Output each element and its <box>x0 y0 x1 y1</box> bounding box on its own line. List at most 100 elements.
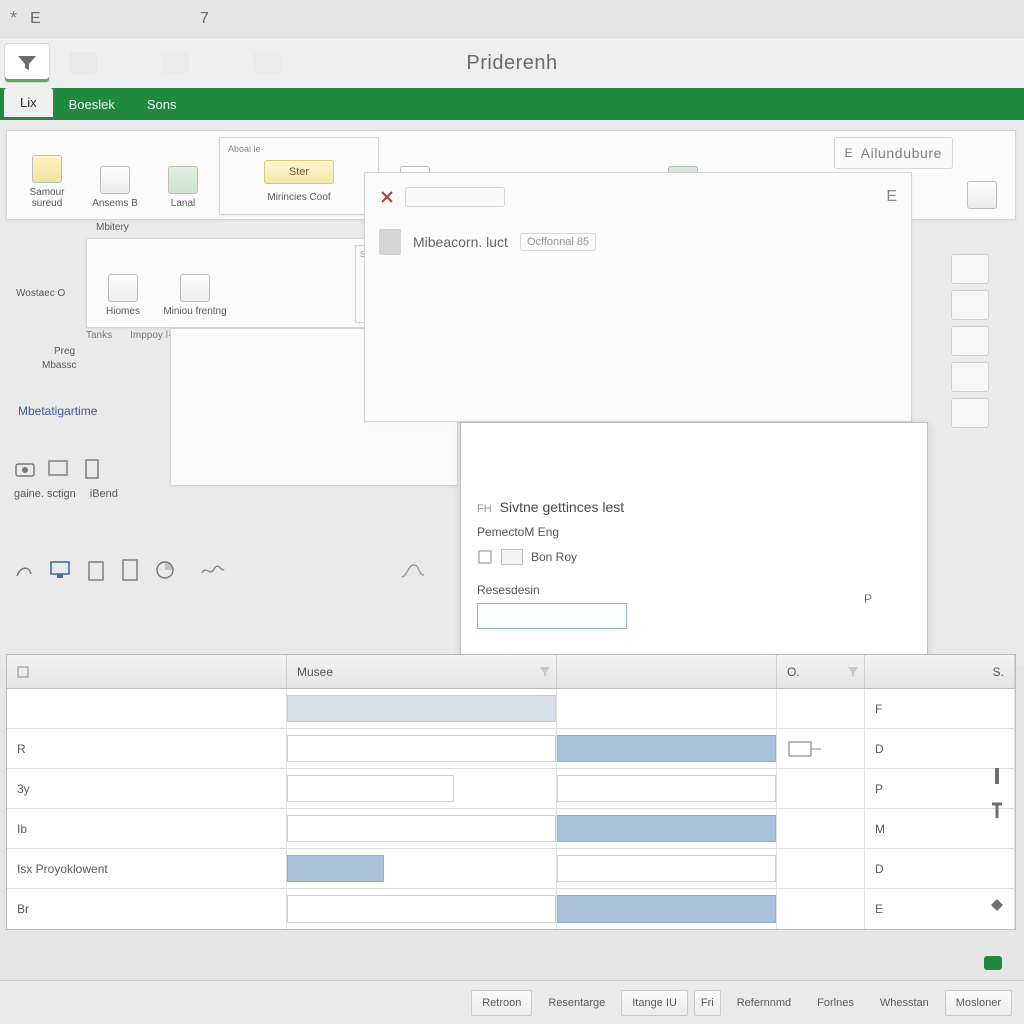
dialog-text-input[interactable] <box>477 603 627 629</box>
building-icon[interactable] <box>120 558 140 582</box>
status-accent <box>984 956 1002 970</box>
dirty-flag-icon: * <box>10 8 30 29</box>
ribbon-ailunde-label: Ailundubure <box>861 145 942 161</box>
grid-row-2[interactable]: 3y P <box>7 769 1015 809</box>
filter-icon[interactable] <box>848 667 858 677</box>
thumb-5[interactable] <box>951 398 989 428</box>
data-grid: Musee O. S. F R D 3y P Ib M Isx Proyoklo… <box>6 654 1016 930</box>
ibend-label: iBend <box>90 488 118 500</box>
ribbon-e-label: E <box>845 146 853 160</box>
page-icon <box>477 549 493 565</box>
device-icon <box>787 738 823 760</box>
camera-icon[interactable] <box>14 458 36 480</box>
grid-header-1[interactable]: Musee <box>287 655 557 688</box>
marker-i-icon <box>990 766 1004 786</box>
dialog-title: FHSivtne gettinces lest <box>477 499 911 515</box>
grid-header-0[interactable] <box>7 655 287 688</box>
filter-icon[interactable] <box>540 667 550 677</box>
footer-btn-7[interactable]: Mosloner <box>945 990 1012 1016</box>
settings-dialog: FHSivtne gettinces lest PemectoM Eng Bon… <box>460 422 928 658</box>
row-thumb-icon <box>501 549 523 565</box>
marker-diamond-icon <box>990 898 1004 912</box>
ribbon-ailunde-group[interactable]: E Ailundubure <box>834 137 953 169</box>
grid-header-2[interactable] <box>557 655 777 688</box>
ribbon-tabs: Lix Boeslek Sons <box>0 88 1024 120</box>
thumb-1[interactable] <box>951 254 989 284</box>
quick-icon-1[interactable] <box>60 43 106 83</box>
mbetat-link[interactable]: Mbetatigartime <box>18 404 97 418</box>
app-title: Priderenh <box>466 52 557 75</box>
thumb-3[interactable] <box>951 326 989 356</box>
catalog-popup: E Mibeacorn. luct Ocffonnal 85 <box>364 172 912 422</box>
popup-heading: Mibeacorn. luct <box>413 234 508 250</box>
dialog-row-label: Bon Roy <box>531 550 577 564</box>
grid-header-3[interactable]: O. <box>777 655 865 688</box>
footer-btn-1[interactable]: Resentarge <box>538 990 615 1016</box>
ribbon-hiomes[interactable]: Hiomes <box>95 245 151 317</box>
arrow-icon[interactable] <box>14 560 34 580</box>
close-icon[interactable] <box>379 189 395 205</box>
marker-t-icon <box>990 800 1004 820</box>
footer-btn-6[interactable]: Whesstan <box>870 990 939 1016</box>
person-icon <box>379 229 401 255</box>
mini-toolbar-2 <box>14 558 426 582</box>
imppoy-label: Imppoy l· <box>130 330 171 341</box>
ribbon-subgroup-1: Aboal le· Ster Mirincies Coof <box>219 137 379 215</box>
branch-icon[interactable] <box>400 561 426 579</box>
thumb-2[interactable] <box>951 290 989 320</box>
footer-btn-3[interactable]: Fri <box>694 990 721 1016</box>
quick-access-strip: Priderenh <box>0 38 1024 88</box>
ribbon-samour[interactable]: Samour sureud <box>15 137 79 209</box>
mbitery-label: Mbitery <box>96 222 129 233</box>
ribbon-ansems[interactable]: Ansems B <box>83 137 147 209</box>
grid-row-4[interactable]: Isx Proyoklowent D <box>7 849 1015 889</box>
grid-row-1[interactable]: R D <box>7 729 1015 769</box>
wosta-label: Wostaec O <box>16 288 65 299</box>
subgroup-caption-mirincies: Mirincies Coof <box>224 188 374 203</box>
popup-e-icon: E <box>886 188 897 206</box>
status-footer: Retroon Resentarge Itange IU Fri Refernn… <box>0 980 1024 1024</box>
popup-search-input[interactable] <box>405 187 505 207</box>
tanks-label: Tanks <box>86 330 112 341</box>
clipboard-icon[interactable] <box>86 558 106 582</box>
dialog-field-label: Resesdesin <box>477 583 911 597</box>
flag-icon[interactable] <box>46 458 74 480</box>
tab-boeslek[interactable]: Boeslek <box>53 88 131 120</box>
doc-icon[interactable] <box>84 458 102 480</box>
title-glyph-7: 7 <box>200 10 230 28</box>
gaine-label: gaine. sctign <box>14 488 76 500</box>
app-icon-active[interactable] <box>4 43 50 83</box>
rail-p: P <box>864 592 872 606</box>
footer-btn-4[interactable]: Refernnmd <box>727 990 801 1016</box>
tab-lix[interactable]: Lix <box>4 88 53 120</box>
grid-row-0[interactable]: F <box>7 689 1015 729</box>
signature-icon[interactable] <box>200 563 226 577</box>
footer-btn-5[interactable]: Forlnes <box>807 990 864 1016</box>
workspace-canvas: Samour sureud Ansems B Lanal Aboal le· S… <box>0 120 1024 666</box>
monitor-icon[interactable] <box>48 558 72 582</box>
sheet-icon <box>17 666 29 678</box>
mini-toolbar-1 <box>14 458 102 480</box>
ster-button[interactable]: Ster <box>264 160 334 184</box>
title-bar: * E 7 <box>0 0 1024 38</box>
ribbon-lenal[interactable]: Lanal <box>151 137 215 209</box>
grid-header-4[interactable]: S. <box>865 655 1015 688</box>
grid-row-5[interactable]: Br E <box>7 889 1015 929</box>
popup-heading-tag: Ocffonnal 85 <box>520 233 596 251</box>
quick-icon-2[interactable] <box>152 43 198 83</box>
dialog-subtitle: PemectoM Eng <box>477 525 911 539</box>
subgroup-caption-aboal: Aboal le· <box>224 142 374 156</box>
footer-btn-0[interactable]: Retroon <box>471 990 532 1016</box>
funnel-icon <box>16 54 38 72</box>
tab-sons[interactable]: Sons <box>131 88 193 120</box>
thumb-4[interactable] <box>951 362 989 392</box>
ribbon-trailing[interactable] <box>957 137 1007 209</box>
grid-header: Musee O. S. <box>7 655 1015 689</box>
right-thumbnail-rail <box>922 248 1018 566</box>
title-glyph-e: E <box>30 10 80 28</box>
grid-row-3[interactable]: Ib M <box>7 809 1015 849</box>
ribbon-miniou[interactable]: Miniou frentng <box>155 245 235 317</box>
quick-icon-3[interactable] <box>244 43 290 83</box>
footer-btn-2[interactable]: Itange IU <box>621 990 688 1016</box>
pie-icon[interactable] <box>154 559 176 581</box>
